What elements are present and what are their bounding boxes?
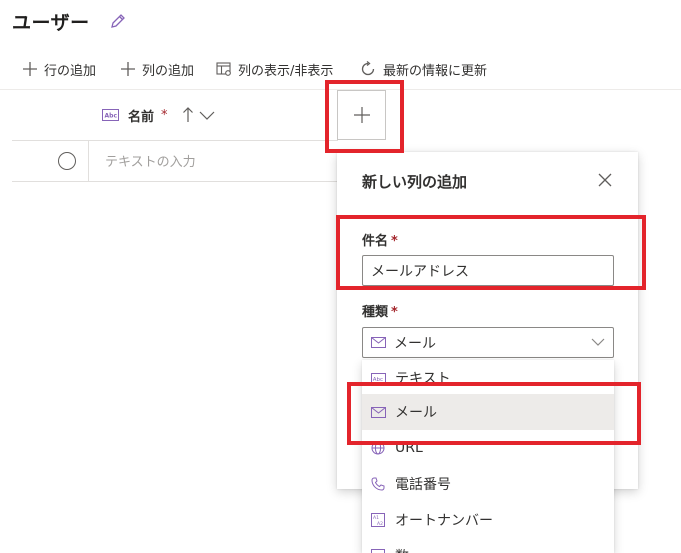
text-input-placeholder[interactable]: テキストの入力 [105, 151, 196, 170]
show-hide-columns-label: 列の表示/非表示 [238, 63, 334, 79]
phone-icon [371, 477, 385, 491]
sort-controls[interactable] [182, 107, 216, 123]
autonumber-icon: A1A2 [371, 513, 385, 527]
refresh-button[interactable]: 最新の情報に更新 [359, 56, 487, 82]
chevron-down-icon [591, 338, 605, 346]
mail-icon [370, 406, 386, 418]
svg-text:Abc: Abc [372, 376, 382, 382]
column-header-name[interactable]: Abc 名前 * [102, 104, 216, 126]
required-mark: * [391, 305, 398, 320]
required-mark: * [161, 107, 168, 123]
show-hide-columns-button[interactable]: 列の表示/非表示 [216, 56, 333, 82]
svg-text:A2: A2 [377, 521, 383, 527]
type-select[interactable]: メール [362, 327, 614, 358]
dropdown-option-autonumber[interactable]: A1 A2 オートナンバー [362, 502, 614, 538]
dropdown-option-url[interactable]: URL [362, 430, 614, 466]
text-type-icon: Abc [370, 372, 386, 384]
mail-icon [371, 337, 386, 348]
svg-text:A1: A1 [373, 515, 379, 521]
add-column-button[interactable]: 列の追加 [120, 56, 194, 82]
plus-icon [353, 107, 370, 123]
column-name-label: 名前 [128, 109, 155, 125]
plus-icon [23, 62, 37, 76]
required-mark: * [391, 234, 398, 249]
add-column-label: 列の追加 [142, 63, 195, 79]
row-divider-top [12, 140, 338, 141]
svg-text:Abc: Abc [105, 113, 118, 120]
dropdown-option-label: オートナンバー [395, 513, 493, 529]
dropdown-option-label: 数 [395, 546, 409, 553]
text-type-icon: Abc [102, 109, 119, 121]
page-title: ユーザー [12, 12, 90, 34]
type-label: 種類 * [362, 301, 398, 320]
type-dropdown-list: Abc テキスト メール URL 電話番号 A1A2 オートナンバー 数 [362, 360, 614, 553]
globe-icon [371, 441, 385, 455]
dropdown-option-mail[interactable]: メール [362, 394, 614, 430]
add-row-button[interactable]: 行の追加 [22, 56, 96, 82]
panel-title: 新しい列の追加 [362, 173, 468, 191]
add-column-plus-button[interactable] [337, 90, 386, 140]
dropdown-option-label: 電話番号 [395, 477, 451, 493]
command-bar: 行の追加 列の追加 列の表示/非表示 最新の情報に更新 [0, 56, 681, 82]
cell-divider [88, 141, 89, 181]
dropdown-option-label: テキスト [395, 371, 451, 387]
dropdown-option-number[interactable]: 数 [362, 538, 614, 553]
close-icon[interactable] [598, 173, 612, 187]
refresh-label: 最新の情報に更新 [383, 63, 488, 79]
type-selected-value: メール [394, 335, 436, 352]
name-label-text: 件名 [362, 234, 389, 249]
dropdown-option-label: メール [395, 405, 437, 421]
row-divider-bottom [12, 181, 338, 182]
add-row-label: 行の追加 [44, 63, 97, 79]
dropdown-option-text[interactable]: Abc テキスト [362, 360, 614, 396]
name-label: 件名 * [362, 230, 398, 249]
row-select-radio[interactable] [58, 152, 76, 170]
dropdown-option-label: URL [395, 440, 423, 456]
dropdown-option-phone[interactable]: 電話番号 [362, 466, 614, 502]
column-settings-icon [216, 62, 231, 76]
type-label-text: 種類 [362, 305, 389, 320]
plus-icon [121, 62, 135, 76]
chevron-down-icon[interactable] [198, 108, 216, 122]
pencil-icon[interactable] [109, 12, 127, 30]
refresh-icon [361, 60, 375, 76]
number-icon [371, 549, 385, 553]
arrow-up-icon[interactable] [182, 107, 194, 123]
column-name-input[interactable] [362, 255, 614, 286]
